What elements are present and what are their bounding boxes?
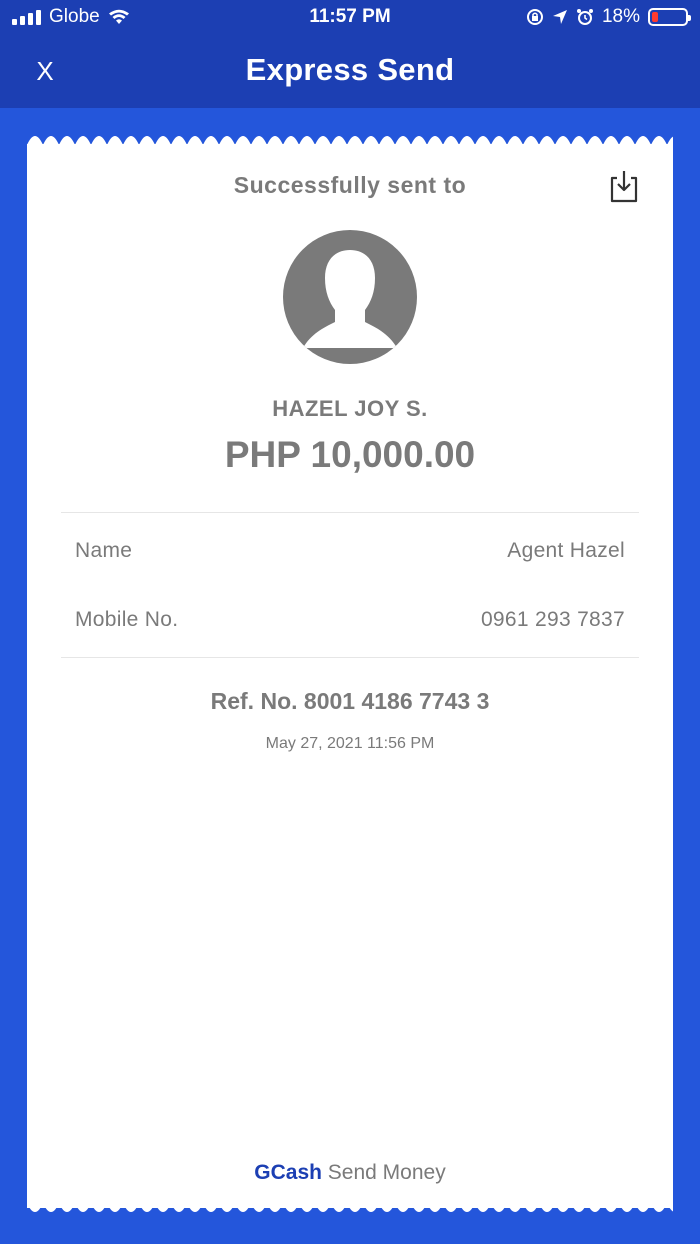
detail-value: Agent Hazel (507, 539, 625, 562)
status-right: 18% (526, 6, 691, 28)
avatar (283, 230, 417, 364)
timestamp: May 27, 2021 11:56 PM (265, 735, 435, 752)
battery-level (652, 12, 658, 22)
detail-label: Name (75, 539, 133, 562)
battery-icon (648, 8, 691, 26)
download-icon[interactable] (607, 168, 641, 204)
footer: GCash Send Money (27, 1161, 673, 1185)
page-title: Express Send (245, 52, 455, 87)
receipt-card: Successfully sent to HAZEL JOY S. PHP 10… (27, 144, 673, 1208)
success-message: Successfully sent to (233, 172, 467, 198)
amount: PHP 10,000.00 (224, 434, 476, 475)
detail-value: 0961 293 7837 (480, 608, 625, 631)
recipient-name: HAZEL JOY S. (272, 396, 428, 421)
footer-brand: GCash (254, 1161, 322, 1184)
status-bar: Globe 11:57 PM 18% (0, 0, 700, 36)
divider (61, 657, 639, 658)
location-icon (552, 10, 567, 24)
rotation-lock-icon (526, 9, 543, 25)
person-silhouette-icon (303, 250, 397, 348)
footer-text: Send Money (327, 1161, 446, 1184)
nav-bar: X Express Send (0, 36, 700, 108)
detail-row-name: Name Agent Hazel (75, 539, 625, 563)
divider (61, 512, 639, 513)
detail-row-mobile: Mobile No. 0961 293 7837 (75, 608, 625, 632)
alarm-icon (576, 9, 593, 25)
battery-percent: 18% (601, 6, 640, 27)
receipt-top-edge (27, 136, 673, 145)
detail-label: Mobile No. (75, 608, 179, 631)
reference-number: Ref. No. 8001 4186 7743 3 (210, 688, 490, 714)
